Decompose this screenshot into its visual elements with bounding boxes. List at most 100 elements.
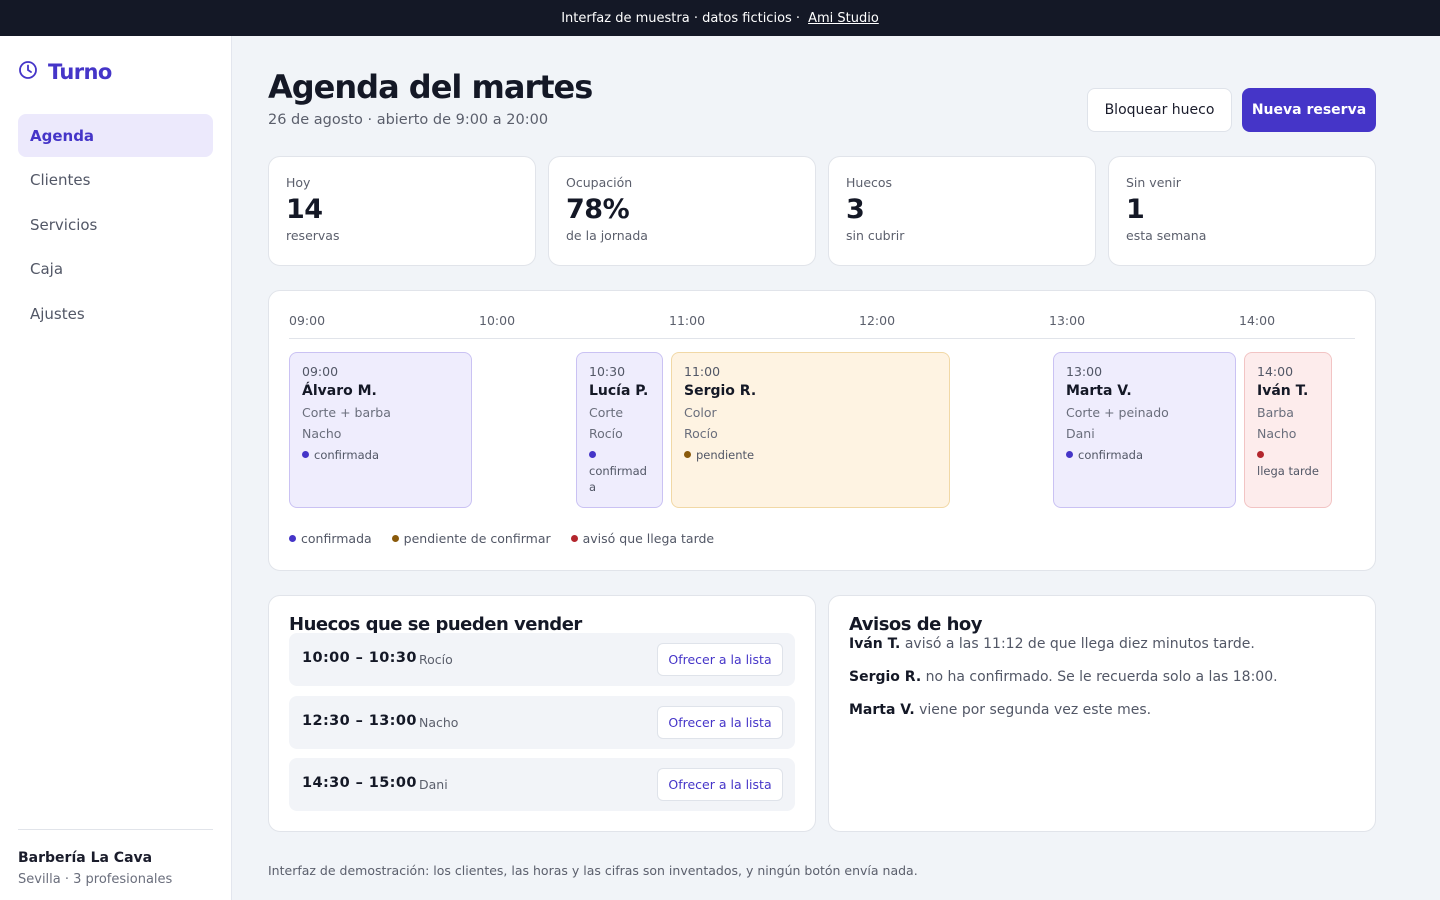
- status-label: confirmada: [1078, 448, 1144, 462]
- appointment-client: Sergio R.: [684, 383, 757, 399]
- nav-item-clientes[interactable]: Clientes: [18, 159, 213, 202]
- appointment-client: Marta V.: [1066, 383, 1132, 399]
- demo-banner: Interfaz de muestra · datos ficticios · …: [0, 0, 1440, 36]
- appointment-professional: Rocío: [589, 426, 623, 441]
- clock-icon: [18, 60, 38, 84]
- appointment-card[interactable]: 09:00 Álvaro M. Corte + barba Nacho conf…: [289, 352, 472, 508]
- appointment-service: Corte: [589, 405, 624, 420]
- business-sub: Sevilla · 3 profesionales: [18, 872, 173, 887]
- day-timeline: 09:00 10:00 11:00 12:00 13:00 14:00 09:0…: [268, 290, 1376, 571]
- stat-label: Huecos: [846, 175, 893, 190]
- legend-label: confirmada: [301, 531, 372, 546]
- main-nav: Agenda Clientes Servicios Caja Ajustes: [18, 114, 213, 337]
- stat-card-today: Hoy 14 reservas: [268, 156, 536, 266]
- new-booking-button[interactable]: Nueva reserva: [1242, 88, 1376, 132]
- notice-text: avisó a las 11:12 de que llega diez minu…: [904, 636, 1255, 652]
- notice-text: no ha confirmado. Se le recuerda solo a …: [925, 669, 1278, 685]
- nav-item-ajustes[interactable]: Ajustes: [18, 292, 213, 335]
- appointment-card[interactable]: 10:30 Lucía P. Corte Rocío confirmada: [576, 352, 663, 508]
- status-label: pendiente: [696, 448, 755, 462]
- appointment-status: confirmada: [1066, 447, 1223, 463]
- appointment-professional: Nacho: [302, 426, 342, 441]
- time-tick: 09:00: [289, 313, 326, 328]
- notice-item: Sergio R. no ha confirmado. Se le recuer…: [849, 669, 1359, 685]
- legend-label: pendiente de confirmar: [403, 531, 551, 546]
- appointment-client: Álvaro M.: [302, 383, 377, 399]
- panel-title: Avisos de hoy: [849, 614, 983, 635]
- appointment-client: Lucía P.: [589, 383, 649, 399]
- offer-to-list-button[interactable]: Ofrecer a la lista: [657, 643, 783, 676]
- time-tick: 11:00: [669, 313, 706, 328]
- stat-value: 1: [1126, 194, 1145, 225]
- nav-item-caja[interactable]: Caja: [18, 248, 213, 291]
- nav-item-servicios[interactable]: Servicios: [18, 203, 213, 246]
- appointment-service: Barba: [1257, 405, 1294, 420]
- status-label: confirmada: [314, 448, 380, 462]
- status-dot-icon: [1257, 451, 1264, 458]
- slot-professional: Rocío: [419, 652, 453, 667]
- slot-time: 14:30 – 15:00: [302, 775, 417, 791]
- stat-label: Ocupación: [566, 175, 633, 190]
- sellable-slots-panel: Huecos que se pueden vender 10:00 – 10:3…: [268, 595, 816, 832]
- appointment-status: confirmada: [302, 447, 459, 463]
- notice-item: Iván T. avisó a las 11:12 de que llega d…: [849, 636, 1359, 652]
- time-tick: 13:00: [1049, 313, 1086, 328]
- time-axis: 09:00 10:00 11:00 12:00 13:00 14:00: [289, 311, 1355, 339]
- legend-label: avisó que llega tarde: [582, 531, 715, 546]
- slot-row: 14:30 – 15:00 Dani Ofrecer a la lista: [289, 758, 795, 811]
- stat-sub: esta semana: [1126, 228, 1207, 243]
- slot-professional: Dani: [419, 777, 448, 792]
- status-label: confirmada: [589, 464, 647, 495]
- panel-title: Huecos que se pueden vender: [289, 614, 582, 635]
- appointment-status: pendiente: [684, 447, 937, 463]
- status-label: llega tarde: [1257, 464, 1319, 479]
- sidebar: Turno Agenda Clientes Servicios Caja Aju…: [0, 36, 232, 900]
- notice-client: Sergio R.: [849, 669, 922, 685]
- appointment-card[interactable]: 13:00 Marta V. Corte + peinado Dani conf…: [1053, 352, 1236, 508]
- stat-sub: reservas: [286, 228, 340, 243]
- offer-to-list-button[interactable]: Ofrecer a la lista: [657, 706, 783, 739]
- appointment-service: Corte + peinado: [1066, 405, 1169, 420]
- banner-link[interactable]: Ami Studio: [808, 11, 879, 26]
- stat-sub: sin cubrir: [846, 228, 905, 243]
- appointment-card[interactable]: 11:00 Sergio R. Color Rocío pendiente: [671, 352, 950, 508]
- time-tick: 12:00: [859, 313, 896, 328]
- notices-panel: Avisos de hoy Iván T. avisó a las 11:12 …: [828, 595, 1376, 832]
- banner-text: Interfaz de muestra · datos ficticios ·: [561, 10, 801, 26]
- appointment-status: llega tarde: [1257, 447, 1319, 479]
- stat-card-occupancy: Ocupación 78% de la jornada: [548, 156, 816, 266]
- appointment-time: 10:30: [589, 364, 626, 379]
- block-slot-button[interactable]: Bloquear hueco: [1087, 88, 1232, 132]
- stat-card-gaps: Huecos 3 sin cubrir: [828, 156, 1096, 266]
- slot-row: 10:00 – 10:30 Rocío Ofrecer a la lista: [289, 633, 795, 686]
- stat-label: Sin venir: [1126, 175, 1181, 190]
- nav-item-agenda[interactable]: Agenda: [18, 114, 213, 157]
- stat-label: Hoy: [286, 175, 311, 190]
- main-content: Agenda del martes 26 de agosto · abierto…: [232, 36, 1440, 900]
- legend-item: avisó que llega tarde: [570, 531, 715, 546]
- time-tick: 14:00: [1239, 313, 1276, 328]
- appointment-status: confirmada: [589, 447, 650, 495]
- time-tick: 10:00: [479, 313, 516, 328]
- status-dot-icon: [1066, 451, 1073, 458]
- stat-card-no-show: Sin venir 1 esta semana: [1108, 156, 1376, 266]
- appointment-time: 14:00: [1257, 364, 1294, 379]
- stat-value: 14: [286, 194, 323, 225]
- offer-to-list-button[interactable]: Ofrecer a la lista: [657, 768, 783, 801]
- stat-sub: de la jornada: [566, 228, 648, 243]
- brand[interactable]: Turno: [18, 60, 112, 84]
- slot-time: 10:00 – 10:30: [302, 650, 417, 666]
- status-dot-icon: [684, 451, 691, 458]
- status-dot-icon: [302, 451, 309, 458]
- appointment-time: 11:00: [684, 364, 721, 379]
- appointment-service: Corte + barba: [302, 405, 391, 420]
- appointment-card[interactable]: 14:00 Iván T. Barba Nacho llega tarde: [1244, 352, 1332, 508]
- stat-value: 78%: [566, 194, 630, 225]
- app-name: Turno: [48, 60, 112, 84]
- status-dot-icon: [589, 451, 596, 458]
- notice-item: Marta V. viene por segunda vez este mes.: [849, 702, 1359, 718]
- slot-row: 12:30 – 13:00 Nacho Ofrecer a la lista: [289, 696, 795, 749]
- business-info: Barbería La Cava Sevilla · 3 profesional…: [18, 829, 213, 887]
- notices-list: Iván T. avisó a las 11:12 de que llega d…: [849, 636, 1359, 735]
- slot-professional: Nacho: [419, 715, 459, 730]
